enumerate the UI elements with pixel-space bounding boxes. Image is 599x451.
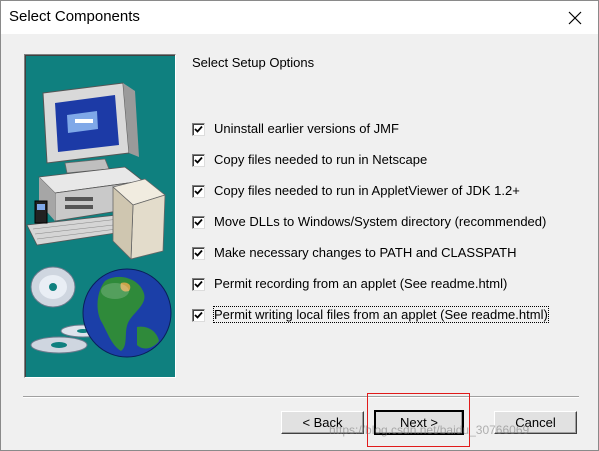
close-button[interactable] [552,1,598,34]
computer-cd-globe-illustration [26,82,172,358]
option-label: Copy files needed to run in AppletViewer… [214,183,520,198]
checkbox[interactable] [192,185,205,198]
option-appletviewer[interactable]: Copy files needed to run in AppletViewer… [192,183,548,214]
checkbox[interactable] [192,154,205,167]
close-icon [568,11,582,24]
checkbox[interactable] [192,309,205,322]
window-title: Select Components [9,8,140,25]
options-list: Uninstall earlier versions of JMF Copy f… [192,121,549,338]
title-bar[interactable]: Select Components [1,1,598,34]
option-label: Permit writing local files from an apple… [213,306,549,323]
option-label: Uninstall earlier versions of JMF [214,121,399,136]
option-uninstall-earlier[interactable]: Uninstall earlier versions of JMF [192,121,548,152]
checkmark-icon [194,187,203,195]
checkbox[interactable] [192,278,205,291]
watermark-text: https://blog.csdn.net/baidu_30766069 [329,423,530,437]
option-label: Permit recording from an applet (See rea… [214,276,508,291]
checkbox[interactable] [192,123,205,136]
footer-separator [23,396,579,398]
checkmark-icon [194,156,203,164]
option-label: Copy files needed to run in Netscape [214,152,428,167]
checkbox[interactable] [192,247,205,260]
checkmark-icon [194,311,203,319]
option-label: Make necessary changes to PATH and CLASS… [214,245,517,260]
option-label: Move DLLs to Windows/System directory (r… [214,214,547,229]
checkmark-icon [194,218,203,226]
checkmark-icon [194,249,203,257]
dialog-client-area: Select Setup Options Uninstall earlier v… [1,34,598,450]
checkmark-icon [194,280,203,288]
setup-illustration-panel [24,54,176,378]
option-path-classpath[interactable]: Make necessary changes to PATH and CLASS… [192,245,548,276]
option-permit-recording[interactable]: Permit recording from an applet (See rea… [192,276,548,307]
option-permit-writing[interactable]: Permit writing local files from an apple… [192,306,549,338]
dialog-window: Select Components Select Setup Options U… [0,0,599,451]
section-heading: Select Setup Options [192,55,315,70]
option-netscape[interactable]: Copy files needed to run in Netscape [192,152,548,183]
checkbox[interactable] [192,216,205,229]
option-move-dlls[interactable]: Move DLLs to Windows/System directory (r… [192,214,548,245]
checkmark-icon [194,125,203,133]
